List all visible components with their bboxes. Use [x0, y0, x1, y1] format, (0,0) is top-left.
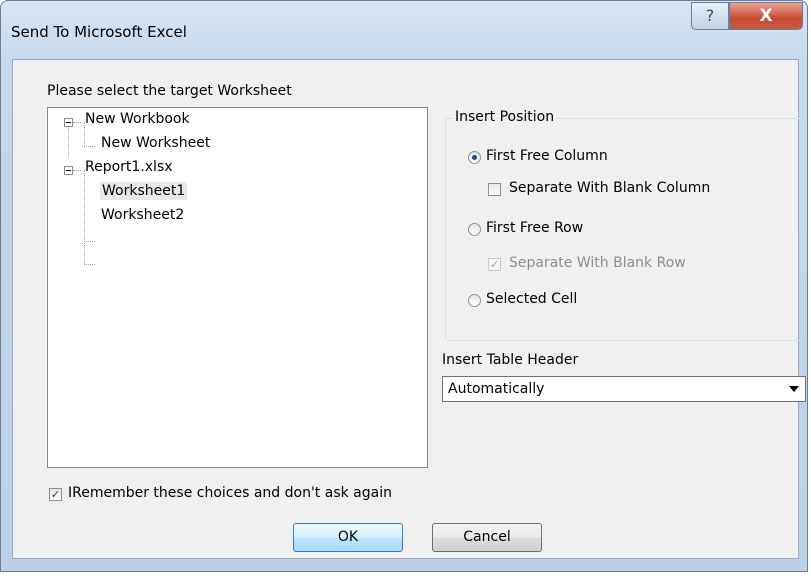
- tree-node-worksheet1[interactable]: Worksheet1: [100, 182, 188, 200]
- remember-checkbox[interactable]: ✓: [49, 488, 62, 501]
- tree-line: [84, 146, 95, 147]
- tree-line: [73, 122, 81, 123]
- first-free-column-radio[interactable]: [468, 151, 481, 164]
- sep-blank-column-checkbox[interactable]: [488, 183, 501, 196]
- worksheet-tree[interactable]: New Workbook New Worksheet Report1.xlsx …: [47, 107, 428, 468]
- tree-line: [68, 122, 69, 157]
- sep-blank-column-label[interactable]: Separate With Blank Column: [509, 180, 710, 196]
- tree-label: Please select the target Worksheet: [47, 83, 292, 99]
- first-free-row-label[interactable]: First Free Row: [486, 220, 583, 236]
- ok-button[interactable]: OK: [293, 523, 403, 552]
- first-free-column-label[interactable]: First Free Column: [486, 148, 608, 164]
- selected-cell-radio[interactable]: [468, 294, 481, 307]
- dialog-title: Send To Microsoft Excel: [11, 23, 187, 41]
- tree-line: [73, 170, 81, 171]
- collapse-toggle-icon[interactable]: [64, 118, 73, 127]
- help-button[interactable]: ?: [691, 2, 729, 30]
- remember-label[interactable]: IRemember these choices and don't ask ag…: [68, 485, 392, 501]
- sep-blank-row-checkbox[interactable]: ✓: [488, 258, 501, 271]
- collapse-toggle-icon[interactable]: [64, 166, 73, 175]
- first-free-row-radio[interactable]: [468, 223, 481, 236]
- select-value: Automatically: [448, 381, 545, 397]
- tree-line: [84, 170, 85, 264]
- close-button[interactable]: X: [729, 2, 803, 30]
- tree-node-new-workbook[interactable]: New Workbook: [85, 111, 190, 127]
- dialog-client-area: Please select the target Worksheet New W…: [12, 59, 806, 559]
- dropdown-arrow-icon: [789, 386, 799, 392]
- tree-node-new-worksheet[interactable]: New Worksheet: [101, 135, 210, 151]
- insert-position-title: Insert Position: [453, 109, 557, 125]
- close-icon: X: [759, 6, 773, 26]
- dialog-window: Send To Microsoft Excel ? X Please selec…: [0, 0, 808, 572]
- title-bar: Send To Microsoft Excel ? X: [1, 1, 807, 59]
- tree-node-worksheet2[interactable]: Worksheet2: [101, 207, 184, 223]
- insert-table-header-select[interactable]: Automatically: [442, 376, 806, 402]
- tree-line: [84, 241, 95, 242]
- insert-table-header-label: Insert Table Header: [442, 352, 579, 368]
- selected-cell-label[interactable]: Selected Cell: [486, 291, 577, 307]
- cancel-button[interactable]: Cancel: [432, 523, 542, 552]
- sep-blank-row-label[interactable]: Separate With Blank Row: [509, 255, 686, 271]
- help-icon: ?: [705, 6, 715, 25]
- tree-line: [84, 264, 95, 265]
- tree-node-report1[interactable]: Report1.xlsx: [85, 159, 173, 175]
